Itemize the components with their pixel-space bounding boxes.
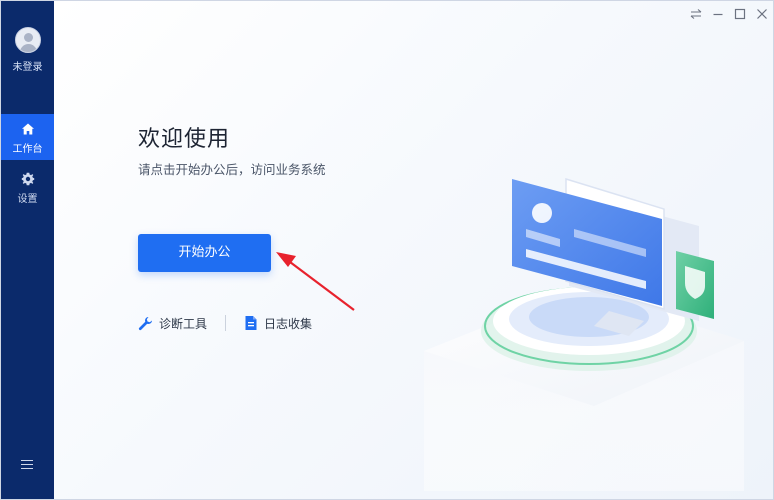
- app-window: 未登录 工作台 设置 欢迎使用 请点击开始办公后，访问业务系统 开始办公 诊断工…: [0, 0, 774, 500]
- avatar[interactable]: [14, 27, 41, 53]
- user-status-label: 未登录: [12, 62, 43, 73]
- gear-icon: [1, 172, 54, 186]
- main-content: 欢迎使用 请点击开始办公后，访问业务系统 开始办公 诊断工具 日志收集: [54, 1, 773, 499]
- user-profile[interactable]: 未登录: [1, 27, 54, 73]
- menu-icon[interactable]: [17, 457, 37, 477]
- sidebar-item-label: 设置: [17, 194, 38, 205]
- sidebar: 未登录 工作台 设置: [1, 1, 54, 499]
- sidebar-item-settings[interactable]: 设置: [1, 164, 54, 210]
- sidebar-item-label: 工作台: [12, 144, 43, 155]
- sidebar-item-workbench[interactable]: 工作台: [1, 114, 54, 160]
- computer-shield-illustration: [424, 177, 744, 491]
- home-icon: [1, 122, 54, 136]
